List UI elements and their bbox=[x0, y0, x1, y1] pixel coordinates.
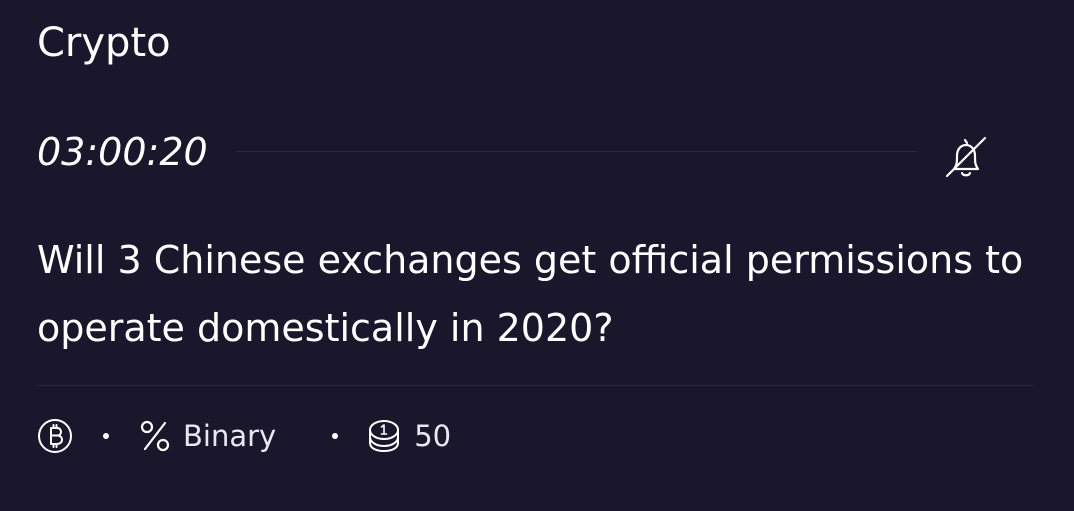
divider bbox=[37, 385, 1033, 386]
category-title: Crypto bbox=[37, 20, 171, 66]
bell-off-icon[interactable] bbox=[939, 132, 993, 186]
coin-stack-icon bbox=[366, 418, 402, 454]
bitcoin-icon bbox=[37, 418, 73, 454]
question-text[interactable]: Will 3 Chinese exchanges get official pe… bbox=[37, 226, 1027, 362]
question-type-label: Binary bbox=[183, 419, 277, 453]
countdown-timer: 03:00:20 bbox=[37, 130, 208, 174]
timer-line bbox=[237, 151, 917, 152]
separator-dot bbox=[332, 433, 339, 439]
question-meta: Binary 50 bbox=[37, 414, 451, 458]
question-card[interactable]: Crypto 03:00:20 Will 3 Chinese exchanges… bbox=[0, 0, 1074, 511]
timer-row: 03:00:20 bbox=[37, 126, 997, 182]
percent-icon bbox=[139, 418, 171, 454]
separator-dot bbox=[103, 433, 109, 439]
points-value: 50 bbox=[414, 419, 452, 453]
